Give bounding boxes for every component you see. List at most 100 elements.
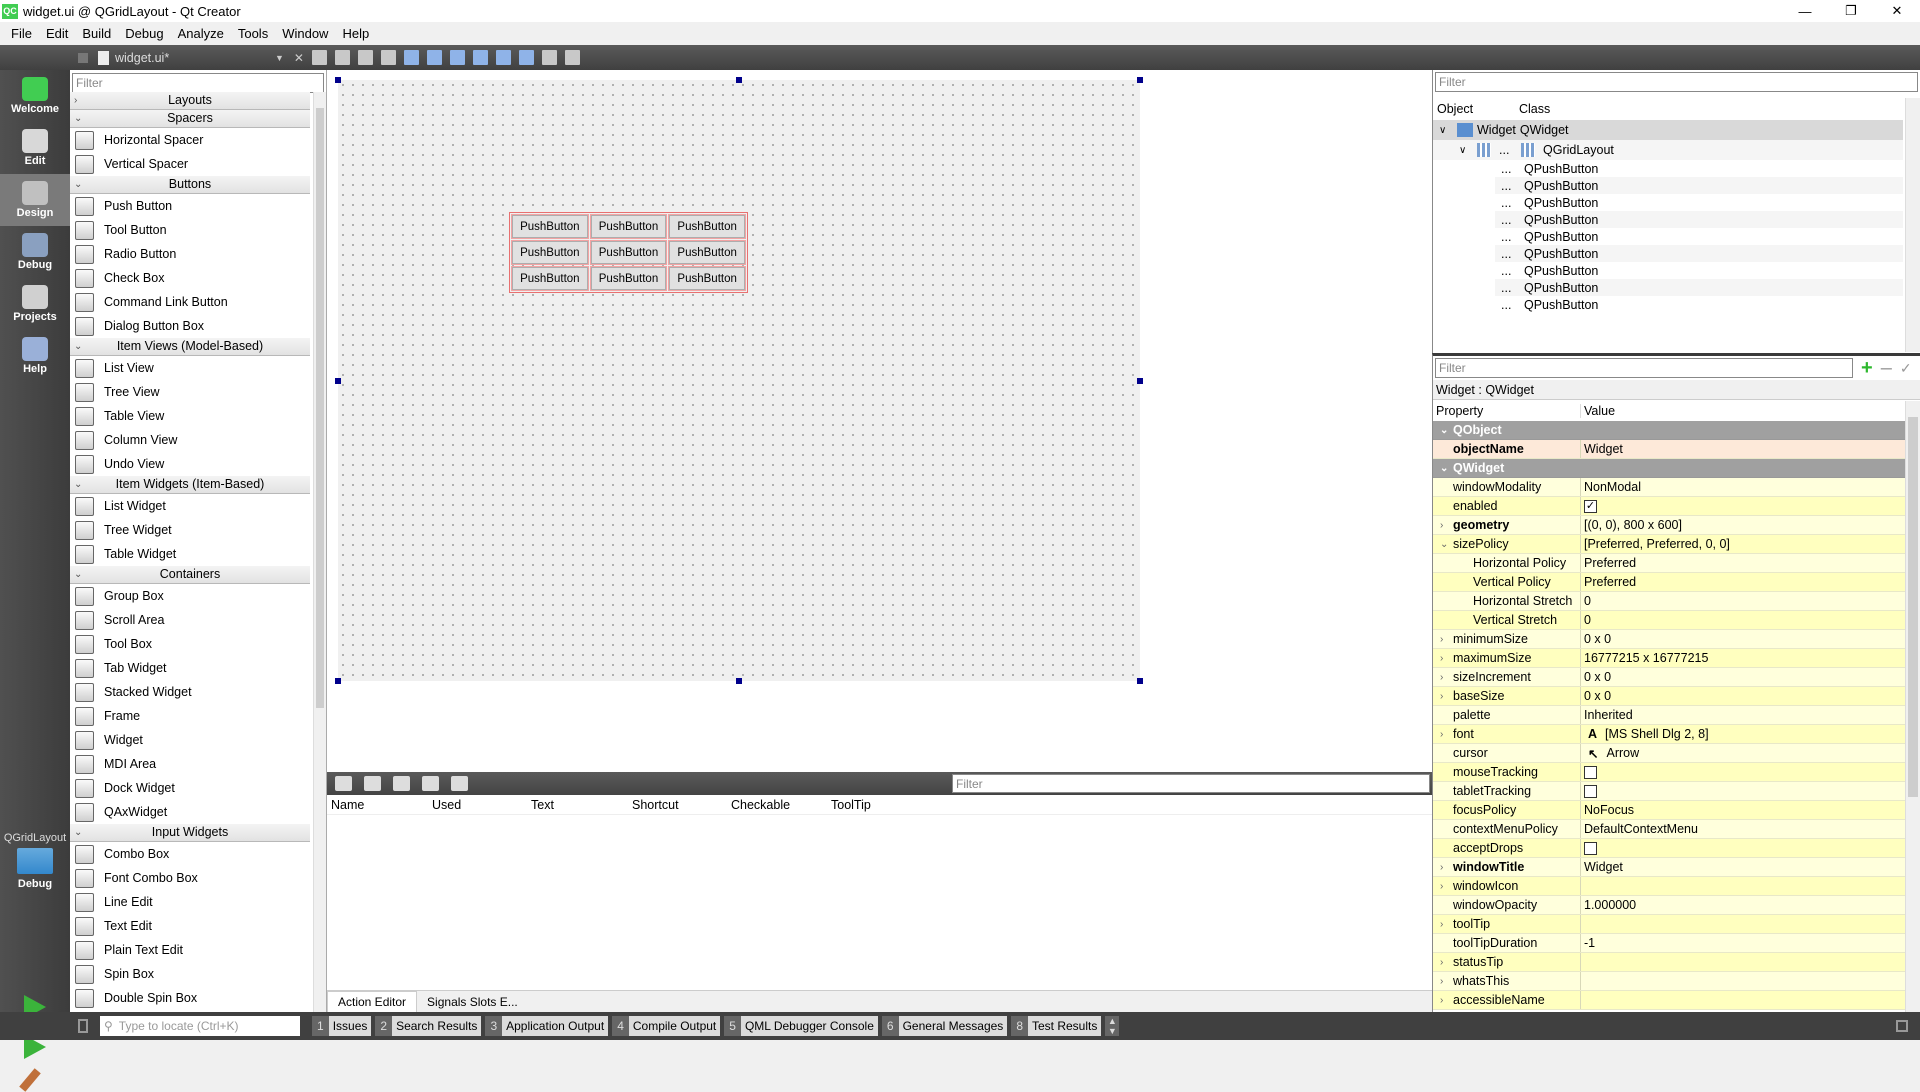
menu-debug[interactable]: Debug	[118, 26, 170, 41]
menu-analyze[interactable]: Analyze	[171, 26, 231, 41]
break-layout-icon[interactable]	[541, 50, 557, 65]
tree-row-pushbutton[interactable]: ... QPushButton	[1495, 296, 1903, 313]
tree-row-pushbutton[interactable]: ... QPushButton	[1495, 177, 1903, 194]
edit-tab-order-icon[interactable]	[380, 50, 396, 65]
property-row-basesize[interactable]: › baseSize 0 x 0	[1433, 687, 1905, 706]
chevron-right-icon[interactable]: ›	[1440, 653, 1443, 664]
widget-filter-input[interactable]: Filter	[72, 73, 324, 93]
property-row-cursor[interactable]: cursor ↖ Arrow	[1433, 744, 1905, 763]
new-action-icon[interactable]	[335, 776, 352, 791]
chevron-down-icon[interactable]: ⌄	[1440, 425, 1448, 436]
property-row-maximumsize[interactable]: › maximumSize 16777215 x 16777215	[1433, 649, 1905, 668]
checkbox[interactable]	[1584, 765, 1597, 779]
push-button[interactable]: PushButton	[589, 214, 668, 239]
chevron-right-icon[interactable]: ›	[1440, 995, 1443, 1006]
locate-input[interactable]: ⚲ Type to locate (Ctrl+K)	[100, 1016, 300, 1036]
property-value[interactable]: Inherited	[1584, 708, 1633, 722]
tab-signals-slots-editor[interactable]: Signals Slots E...	[417, 992, 528, 1012]
configure-wrench-icon[interactable]: ✓	[1900, 360, 1912, 377]
push-button[interactable]: PushButton	[589, 266, 668, 291]
widget-item-tree-widget[interactable]: Tree Widget	[70, 518, 310, 542]
copy-action-icon[interactable]	[364, 776, 381, 791]
push-button[interactable]: PushButton	[589, 240, 668, 265]
output-pane-application-output[interactable]: 3 Application Output	[485, 1016, 609, 1036]
property-row-font[interactable]: › font A [MS Shell Dlg 2, 8]	[1433, 725, 1905, 744]
column-class[interactable]: Class	[1519, 102, 1550, 116]
tab-action-editor[interactable]: Action Editor	[327, 991, 418, 1012]
chevron-right-icon[interactable]: ›	[1440, 919, 1443, 930]
push-button[interactable]: PushButton	[511, 240, 589, 265]
property-value[interactable]: 16777215 x 16777215	[1584, 651, 1708, 665]
close-document-button[interactable]: ✕	[294, 51, 304, 65]
property-value[interactable]: [(0, 0), 800 x 600]	[1584, 518, 1682, 532]
grid-layout[interactable]: PushButton PushButton PushButton PushButton…	[509, 212, 748, 293]
widget-item-tab-widget[interactable]: Tab Widget	[70, 656, 310, 680]
push-button[interactable]: PushButton	[668, 240, 746, 265]
adjust-size-icon[interactable]	[564, 50, 580, 65]
property-value[interactable]: 1.000000	[1584, 898, 1636, 912]
form-widget[interactable]: PushButton PushButton PushButton PushButton…	[335, 77, 1143, 684]
output-pane-test-results[interactable]: 8 Test Results	[1011, 1016, 1102, 1036]
property-row-windowicon[interactable]: › windowIcon	[1433, 877, 1905, 896]
chevron-right-icon[interactable]: ›	[1440, 520, 1443, 531]
kit-selector-button[interactable]	[17, 848, 53, 874]
mode-design[interactable]: Design	[0, 174, 70, 226]
toggle-right-sidebar-button[interactable]	[1896, 1020, 1908, 1032]
property-value[interactable]: 0 x 0	[1584, 689, 1611, 703]
property-value[interactable]: Preferred	[1584, 575, 1636, 589]
property-row-windowmodality[interactable]: windowModality NonModal	[1433, 478, 1905, 497]
column-name[interactable]: Name	[327, 798, 428, 812]
property-filter-input[interactable]: Filter	[1435, 358, 1853, 378]
column-property[interactable]: Property	[1433, 403, 1581, 418]
resize-handle[interactable]	[1137, 77, 1143, 83]
column-text[interactable]: Text	[527, 798, 628, 812]
widget-item-list-view[interactable]: List View	[70, 356, 310, 380]
chevron-down-icon[interactable]: ⌄	[1440, 463, 1448, 474]
more-panes-button[interactable]: ▲ ▼	[1105, 1016, 1120, 1036]
property-category-qwidget[interactable]: ⌄ QWidget	[1433, 459, 1905, 478]
widget-item-push-button[interactable]: Push Button	[70, 194, 310, 218]
checkbox[interactable]	[1584, 841, 1597, 855]
layout-grid-icon[interactable]	[518, 50, 534, 65]
widget-item-dialog-button-box[interactable]: Dialog Button Box	[70, 314, 310, 338]
category-buttons[interactable]: ⌄ Buttons	[70, 176, 310, 194]
column-checkable[interactable]: Checkable	[727, 798, 827, 812]
widget-item-scroll-area[interactable]: Scroll Area	[70, 608, 310, 632]
property-row-windowtitle[interactable]: › windowTitle Widget	[1433, 858, 1905, 877]
menu-tools[interactable]: Tools	[231, 26, 275, 41]
property-value[interactable]: [MS Shell Dlg 2, 8]	[1605, 727, 1709, 741]
mode-edit[interactable]: Edit	[0, 122, 70, 174]
menu-file[interactable]: File	[4, 26, 39, 41]
tree-row-pushbutton[interactable]: ... QPushButton	[1495, 262, 1903, 279]
widget-item-column-view[interactable]: Column View	[70, 428, 310, 452]
resize-handle[interactable]	[1137, 377, 1143, 384]
delete-action-icon[interactable]	[422, 776, 439, 791]
output-pane-general-messages[interactable]: 6 General Messages	[881, 1016, 1008, 1036]
column-tooltip[interactable]: ToolTip	[827, 798, 927, 812]
widget-item-spin-box[interactable]: Spin Box	[70, 962, 310, 986]
minimize-button[interactable]: —	[1782, 0, 1828, 22]
chevron-right-icon[interactable]: ›	[1440, 729, 1443, 740]
widget-item-check-box[interactable]: Check Box	[70, 266, 310, 290]
chevron-right-icon[interactable]: ›	[1440, 976, 1443, 987]
chevron-right-icon[interactable]: ›	[1440, 957, 1443, 968]
widget-item-mdi-area[interactable]: MDI Area	[70, 752, 310, 776]
property-value[interactable]: Arrow	[1606, 746, 1639, 760]
property-row-statustip[interactable]: › statusTip	[1433, 953, 1905, 972]
category-spacers[interactable]: ⌄ Spacers	[70, 110, 310, 128]
widget-item-table-widget[interactable]: Table Widget	[70, 542, 310, 566]
property-row-horizontal-stretch[interactable]: Horizontal Stretch 0	[1433, 592, 1905, 611]
mode-help[interactable]: Help	[0, 330, 70, 382]
tree-row-pushbutton[interactable]: ... QPushButton	[1495, 211, 1903, 228]
widget-item-command-link-button[interactable]: Command Link Button	[70, 290, 310, 314]
resize-handle[interactable]	[335, 678, 341, 684]
widget-item-tool-box[interactable]: Tool Box	[70, 632, 310, 656]
widget-item-combo-box[interactable]: Combo Box	[70, 842, 310, 866]
layout-form-icon[interactable]	[495, 50, 511, 65]
property-value[interactable]: NoFocus	[1584, 803, 1634, 817]
widget-item-dock-widget[interactable]: Dock Widget	[70, 776, 310, 800]
property-row-geometry[interactable]: › geometry [(0, 0), 800 x 600]	[1433, 516, 1905, 535]
widget-item-text-edit[interactable]: Text Edit	[70, 914, 310, 938]
widget-item-stacked-widget[interactable]: Stacked Widget	[70, 680, 310, 704]
tree-row-pushbutton[interactable]: ... QPushButton	[1495, 279, 1903, 296]
